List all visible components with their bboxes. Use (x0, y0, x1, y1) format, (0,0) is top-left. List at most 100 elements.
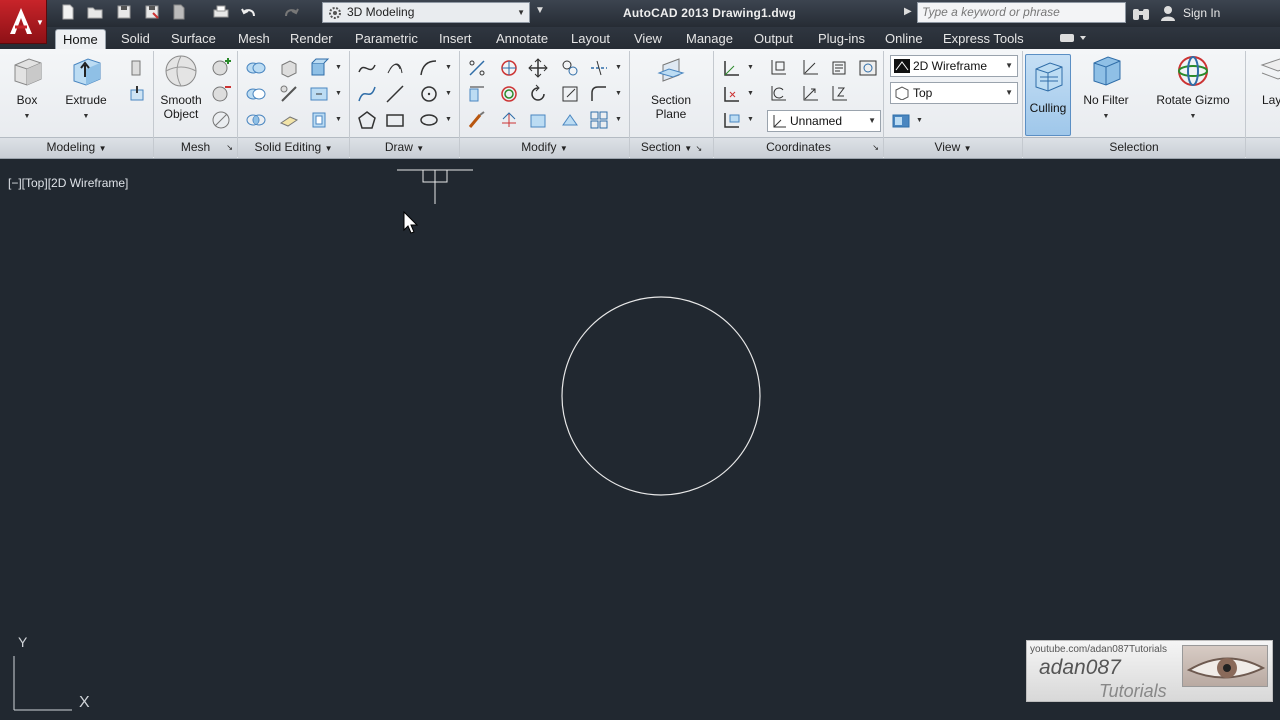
separate-icon[interactable] (308, 83, 332, 105)
dialog-launcher-icon[interactable]: ↘ (695, 144, 702, 153)
ucs-z-axis-icon[interactable] (828, 83, 852, 105)
ucs-y-icon[interactable] (799, 83, 823, 105)
layers-button[interactable]: Lay (1248, 53, 1280, 107)
ucs-icon[interactable] (721, 57, 745, 79)
chevron-down-icon[interactable]: ▼ (916, 117, 923, 124)
tab-express-tools[interactable]: Express Tools (936, 29, 1031, 49)
quick-access-customize-icon[interactable]: ▼ (535, 5, 545, 16)
tab-parametric[interactable]: Parametric (348, 29, 425, 49)
panel-view[interactable]: View ▼ (884, 137, 1022, 158)
binoculars-search-icon[interactable] (1131, 4, 1151, 22)
presspull-icon[interactable] (126, 83, 150, 105)
dialog-launcher-icon[interactable]: ↘ (872, 138, 879, 157)
slice-icon[interactable] (278, 83, 302, 105)
chevron-down-icon[interactable]: ▼ (747, 90, 754, 97)
chevron-down-icon[interactable]: ▼ (615, 64, 622, 71)
panel-selection[interactable]: Selection (1023, 137, 1245, 158)
search-input[interactable]: Type a keyword or phrase (917, 2, 1126, 23)
panel-mesh[interactable]: Mesh ↘ (154, 137, 237, 158)
ribbon-minimize-icon[interactable] (1058, 31, 1088, 45)
plot-preview-icon[interactable] (170, 3, 190, 23)
mesh-refine-icon[interactable] (210, 109, 234, 131)
ucs-view-icon[interactable] (721, 109, 745, 131)
chevron-down-icon[interactable]: ▼ (445, 116, 452, 123)
line-icon[interactable] (384, 83, 408, 105)
new-file-icon[interactable] (59, 3, 79, 23)
chevron-down-icon[interactable]: ▼ (747, 116, 754, 123)
view-select[interactable]: Top ▼ (890, 82, 1018, 104)
extrude-button[interactable]: Extrude ▼ (60, 53, 112, 124)
user-icon[interactable] (1159, 4, 1177, 22)
fillet-icon[interactable] (588, 83, 612, 105)
stretch-icon[interactable] (527, 109, 551, 131)
info-center-expand-icon[interactable]: ▶ (904, 6, 912, 17)
tab-online[interactable]: Online (878, 29, 930, 49)
circle-icon[interactable] (418, 83, 442, 105)
align-icon[interactable] (466, 83, 490, 105)
tab-view[interactable]: View (627, 29, 669, 49)
sign-in-link[interactable]: Sign In (1183, 6, 1220, 20)
section-plane-button[interactable]: Section Plane (642, 53, 700, 121)
undo-icon[interactable] (240, 3, 260, 23)
shell-icon[interactable] (308, 109, 332, 131)
scale-icon[interactable] (559, 83, 583, 105)
save-icon[interactable] (115, 3, 135, 23)
union-icon[interactable] (245, 57, 269, 79)
polyline-icon[interactable] (356, 57, 380, 79)
panel-section[interactable]: Section ▼ ↘ (630, 137, 713, 158)
viewport-config-icon[interactable] (890, 110, 914, 132)
ucs-origin-icon[interactable] (767, 57, 791, 79)
helix-icon[interactable] (384, 57, 408, 79)
ucs-previous-icon[interactable] (767, 83, 791, 105)
redo-icon[interactable] (282, 3, 302, 23)
offset-icon[interactable] (466, 57, 490, 79)
ucs-face-icon[interactable] (828, 57, 852, 79)
tab-mesh[interactable]: Mesh (231, 29, 277, 49)
ucs-x-icon[interactable] (799, 57, 823, 79)
rectangle-icon[interactable] (384, 109, 408, 131)
print-icon[interactable] (212, 3, 232, 23)
chevron-down-icon[interactable]: ▼ (615, 116, 622, 123)
tab-manage[interactable]: Manage (679, 29, 740, 49)
chevron-down-icon[interactable]: ▼ (445, 64, 452, 71)
panel-layers[interactable] (1246, 137, 1280, 158)
panel-modeling[interactable]: Modeling ▼ (0, 137, 153, 158)
polysolid-icon[interactable] (126, 57, 150, 79)
save-as-icon[interactable] (143, 3, 163, 23)
chevron-down-icon[interactable]: ▼ (335, 116, 342, 123)
drawing-canvas[interactable]: [−][Top][2D Wireframe] Y X (0, 166, 1280, 720)
ellipse-icon[interactable] (418, 109, 442, 131)
drawing-area[interactable] (0, 166, 1280, 720)
spline-icon[interactable] (356, 83, 380, 105)
tab-render[interactable]: Render (283, 29, 340, 49)
dialog-launcher-icon[interactable]: ↘ (226, 138, 233, 157)
intersect-icon[interactable] (245, 109, 269, 131)
rotate-icon[interactable] (527, 83, 551, 105)
3d-move-icon[interactable] (498, 57, 522, 79)
ucs-world-icon[interactable] (721, 83, 745, 105)
named-ucs-select[interactable]: Unnamed ▼ (767, 110, 881, 132)
smooth-object-button[interactable]: Smooth Object (157, 53, 205, 121)
tab-plugins[interactable]: Plug-ins (811, 29, 872, 49)
chevron-down-icon[interactable]: ▼ (615, 90, 622, 97)
box-button[interactable]: Box ▼ (6, 53, 48, 124)
panel-solid-editing[interactable]: Solid Editing ▼ (238, 137, 349, 158)
tab-output[interactable]: Output (747, 29, 800, 49)
viewport-controls-label[interactable]: [−][Top][2D Wireframe] (8, 176, 128, 190)
trim-icon[interactable] (588, 57, 612, 79)
no-filter-button[interactable]: No Filter ▼ (1078, 53, 1134, 124)
culling-button[interactable]: Culling (1025, 54, 1071, 136)
extract-edges-icon[interactable] (278, 57, 302, 79)
workspace-selector[interactable]: 3D Modeling ▼ (322, 2, 530, 23)
rotate-gizmo-button[interactable]: Rotate Gizmo ▼ (1150, 53, 1236, 124)
panel-coordinates[interactable]: Coordinates ↘ (714, 137, 883, 158)
polygon-icon[interactable] (356, 109, 380, 131)
extrude-faces-icon[interactable] (308, 57, 332, 79)
subtract-icon[interactable] (245, 83, 269, 105)
ucs-icon-properties-icon[interactable] (857, 57, 881, 79)
3d-mirror-icon[interactable] (498, 109, 522, 131)
match-properties-icon[interactable] (466, 109, 490, 131)
chevron-down-icon[interactable]: ▼ (747, 64, 754, 71)
mesh-reduce-icon[interactable] (210, 83, 234, 105)
array-icon[interactable] (588, 109, 612, 131)
